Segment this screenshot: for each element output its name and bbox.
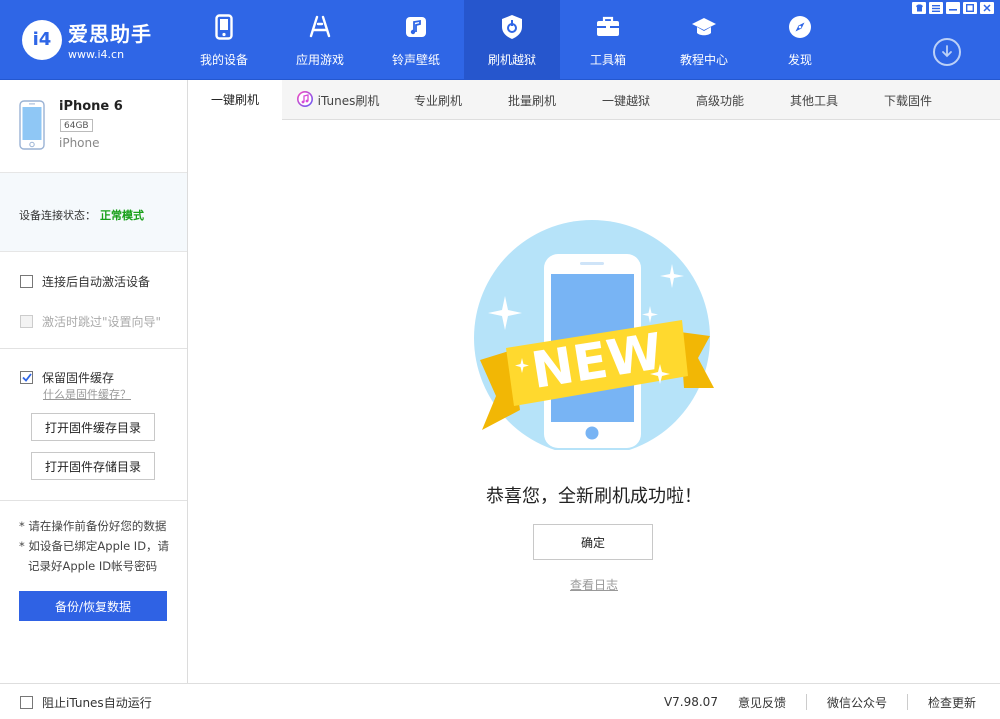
device-phone-icon [19,100,45,153]
tab-label: 一键越狱 [601,93,650,108]
nav-tutorials[interactable]: 教程中心 [656,0,752,80]
note-line: * 请在操作前备份好您的数据 [19,519,167,533]
nav-label: 我的设备 [199,53,248,67]
minimize-icon[interactable] [946,2,960,14]
new-phone-illustration: NEW [470,218,720,456]
note-line: * 如设备已绑定Apple ID，请 [19,539,170,553]
backup-notes: * 请在操作前备份好您的数据 * 如设备已绑定Apple ID，请 记录好App… [19,516,184,576]
nav-apps-games[interactable]: 应用游戏 [272,0,368,80]
tab-pro-flash[interactable]: 专业刷机 [394,80,482,120]
nav-ringtones-wallpapers[interactable]: 铃声壁纸 [368,0,464,80]
tab-label: 高级功能 [695,93,744,108]
skip-setup-checkbox [20,315,33,328]
app-logo: i4 爱思助手 www.i4.cn [22,18,152,61]
nav-toolbox[interactable]: 工具箱 [560,0,656,80]
app-url: www.i4.cn [68,48,125,61]
auto-activate-option[interactable]: 连接后自动激活设备 [20,273,150,290]
device-info: iPhone 6 64GB iPhone [0,80,187,172]
tab-label: 批量刷机 [507,93,556,108]
skip-setup-option: 激活时跳过"设置向导" [20,313,161,330]
phone-icon [211,14,237,40]
what-is-cache-link[interactable]: 什么是固件缓存？ [43,386,131,402]
nav-flash-jailbreak[interactable]: 刷机越狱 [464,0,560,80]
divider [805,694,807,710]
device-capacity-badge: 64GB [60,119,93,132]
tab-label: iTunes刷机 [317,93,380,108]
tab-download-firmware[interactable]: 下载固件 [858,80,958,120]
status-bar: 阻止iTunes自动运行 V7.98.07 意见反馈 微信公众号 检查更新 [0,683,1000,719]
nav-label: 发现 [787,53,812,67]
nav-label: 刷机越狱 [487,53,536,67]
maximize-icon[interactable] [963,2,977,14]
app-name: 爱思助手 [68,22,152,46]
music-icon [403,14,429,40]
window-controls [912,2,994,14]
feedback-link[interactable]: 意见反馈 [738,694,786,711]
tab-one-click-jailbreak[interactable]: 一键越狱 [582,80,670,120]
divider [0,348,187,349]
tab-label: 下载固件 [883,93,932,108]
main-content: NEW 恭喜您，全新刷机成功啦！ 确定 查看日志 [188,120,1000,683]
nav-label: 铃声壁纸 [391,53,440,67]
graduation-cap-icon [691,14,717,40]
version-label: V7.98.07 [663,695,718,709]
device-name: iPhone 6 [59,99,123,114]
tab-label: 其他工具 [789,93,838,108]
tab-advanced[interactable]: 高级功能 [670,80,770,120]
tab-one-click-flash[interactable]: 一键刷机 [188,80,282,120]
divider [0,500,187,501]
tab-other-tools[interactable]: 其他工具 [770,80,858,120]
connection-label: 设备连接状态： [19,209,96,222]
status-right: V7.98.07 意见反馈 微信公众号 检查更新 [664,684,976,719]
tab-bar: 一键刷机 iTunes刷机 专业刷机 批量刷机 一键越狱 高级功能 其他工具 下… [188,80,1000,120]
success-message: 恭喜您，全新刷机成功啦！ [486,486,702,507]
auto-activate-checkbox[interactable] [20,275,33,288]
main-nav: 我的设备 应用游戏 铃声壁纸 刷机越狱 工具箱 教程中心 发现 [176,0,848,80]
nav-label: 工具箱 [589,53,626,67]
nav-discover[interactable]: 发现 [752,0,848,80]
connection-status: 设备连接状态： 正常模式 [0,172,187,252]
check-update-link[interactable]: 检查更新 [928,694,976,711]
connection-value: 正常模式 [100,209,144,222]
tab-label: 专业刷机 [413,93,462,108]
menu-icon[interactable] [929,2,943,14]
device-type: iPhone [59,136,100,150]
skip-setup-label: 激活时跳过"设置向导" [42,315,162,329]
view-log-link[interactable]: 查看日志 [188,576,1000,593]
app-store-icon [307,14,333,40]
flash-icon [499,14,525,40]
nav-label: 应用游戏 [295,53,344,67]
keep-cache-label: 保留固件缓存 [42,371,115,385]
itunes-icon [296,90,313,110]
stop-itunes-option[interactable]: 阻止iTunes自动运行 [20,694,152,711]
close-icon[interactable] [980,2,994,14]
keep-cache-option[interactable]: 保留固件缓存 [20,369,114,386]
stop-itunes-checkbox[interactable] [20,696,33,709]
open-cache-dir-button[interactable]: 打开固件缓存目录 [31,413,155,441]
skin-icon[interactable] [912,2,926,14]
sidebar: iPhone 6 64GB iPhone 设备连接状态： 正常模式 连接后自动激活… [0,80,188,683]
tab-itunes-flash[interactable]: iTunes刷机 [282,80,394,120]
backup-restore-button[interactable]: 备份/恢复数据 [19,591,167,621]
logo-badge-icon: i4 [22,19,62,60]
keep-cache-checkbox[interactable] [20,371,33,384]
checkmark-icon [21,373,32,382]
top-bar: i4 爱思助手 www.i4.cn 我的设备 应用游戏 铃声壁纸 刷机越狱 工具… [0,0,1000,80]
tab-batch-flash[interactable]: 批量刷机 [482,80,582,120]
note-line: 记录好Apple ID帐号密码 [28,559,158,573]
logo-badge-text: i4 [32,29,52,50]
compass-icon [787,14,813,40]
confirm-button[interactable]: 确定 [533,524,653,560]
nav-label: 教程中心 [679,53,728,67]
divider [906,694,908,710]
open-storage-dir-button[interactable]: 打开固件存储目录 [31,452,155,480]
download-icon[interactable] [933,38,961,66]
nav-my-device[interactable]: 我的设备 [176,0,272,80]
tab-label: 一键刷机 [210,92,259,107]
toolbox-icon [595,14,621,40]
stop-itunes-label: 阻止iTunes自动运行 [42,696,152,710]
auto-activate-label: 连接后自动激活设备 [42,275,151,289]
wechat-link[interactable]: 微信公众号 [827,694,887,711]
